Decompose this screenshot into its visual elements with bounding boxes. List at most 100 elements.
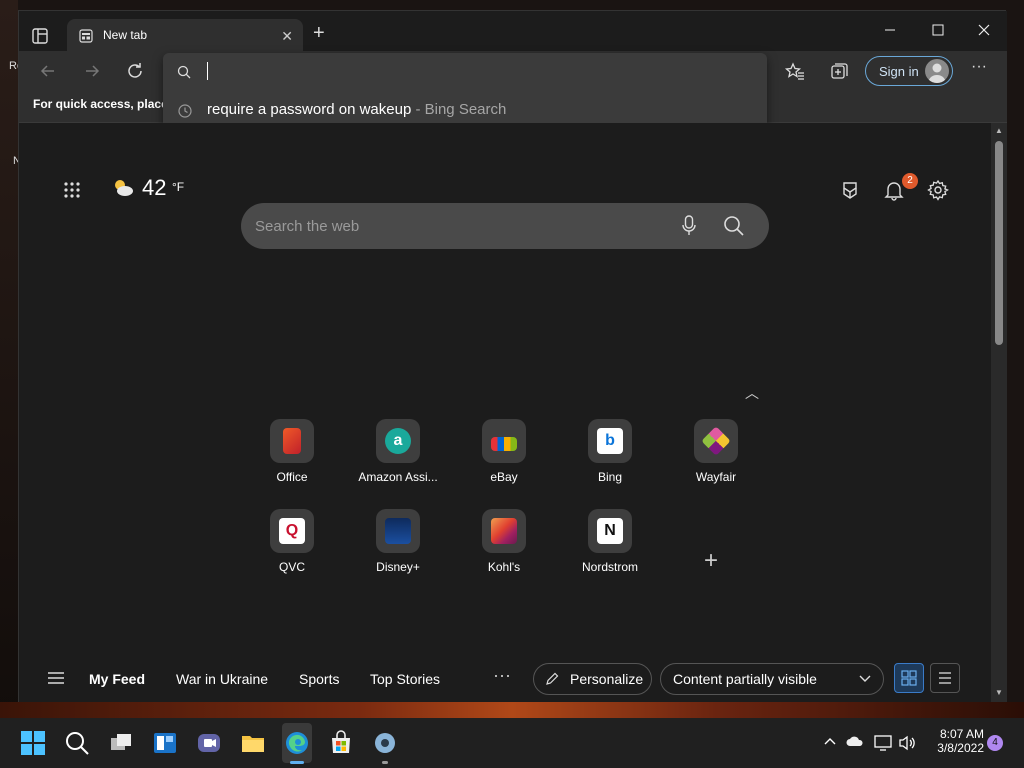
clock-date: 3/8/2022 <box>937 741 984 755</box>
quick-link-nordstrom[interactable]: N Nordstrom <box>565 509 655 589</box>
pencil-icon <box>546 672 559 685</box>
feed-tab-my-feed[interactable]: My Feed <box>89 671 145 687</box>
favorites-star-icon[interactable] <box>784 60 806 82</box>
close-tab-icon[interactable]: ✕ <box>281 28 293 45</box>
ebay-icon <box>482 419 526 463</box>
feed-navigation-bar: My Feed War in Ukraine Sports Top Storie… <box>19 657 991 701</box>
search-icon[interactable] <box>64 730 90 756</box>
system-clock[interactable]: 8:07 AM 3/8/2022 <box>928 727 984 755</box>
qvc-icon: Q <box>270 509 314 553</box>
list-view-button[interactable] <box>930 663 960 693</box>
weather-temperature[interactable]: 42 <box>142 175 166 201</box>
address-input-caret[interactable] <box>207 62 208 80</box>
quick-link-disney-plus[interactable]: Disney+ <box>353 509 443 589</box>
settings-gear-icon[interactable] <box>372 730 398 756</box>
close-window-button[interactable] <box>961 15 1007 45</box>
show-hidden-icons-chevron-icon[interactable] <box>823 735 837 747</box>
kohls-icon <box>482 509 526 553</box>
maximize-button[interactable] <box>915 15 961 45</box>
web-search-input[interactable] <box>255 214 655 238</box>
widgets-icon[interactable] <box>152 730 178 756</box>
suggestion-item[interactable]: require a password on wakeup - Bing Sear… <box>163 93 767 127</box>
address-bar-dropdown[interactable]: require a password on wakeup - Bing Sear… <box>163 53 767 133</box>
bing-icon: b <box>588 419 632 463</box>
settings-running-indicator <box>382 761 388 764</box>
page-scrollbar[interactable]: ▲ ▼ <box>991 123 1007 702</box>
suggestion-source: - Bing Search <box>415 101 507 118</box>
desktop-background-right <box>1006 0 1024 718</box>
tab-new-tab[interactable]: New tab ✕ <box>67 19 303 53</box>
menu-hamburger-icon[interactable] <box>47 671 65 685</box>
onedrive-cloud-icon[interactable] <box>846 735 864 747</box>
grid-view-icon <box>901 670 917 686</box>
task-view-icon[interactable] <box>108 730 134 756</box>
quick-link-label: QVC <box>278 560 305 574</box>
file-explorer-icon[interactable] <box>240 730 266 756</box>
quick-link-label: Nordstrom <box>581 560 638 574</box>
windows-start-icon[interactable] <box>20 730 46 756</box>
search-icon <box>177 65 191 79</box>
feed-tab-war-in-ukraine[interactable]: War in Ukraine <box>176 671 268 687</box>
quick-link-wayfair[interactable]: Wayfair <box>671 419 761 499</box>
network-icon[interactable] <box>874 735 892 751</box>
quick-link-label: Wayfair <box>695 470 737 484</box>
quick-link-label: Bing <box>597 470 623 484</box>
settings-more-icon[interactable]: ··· <box>971 58 993 80</box>
sign-in-button[interactable]: Sign in <box>865 56 953 86</box>
scroll-up-arrow-icon[interactable]: ▲ <box>995 126 1003 135</box>
quick-link-label: Kohl's <box>487 560 521 574</box>
nordstrom-icon: N <box>588 509 632 553</box>
microphone-icon[interactable] <box>681 215 697 237</box>
quick-link-label: Office <box>276 470 308 484</box>
quick-link-qvc[interactable]: Q QVC <box>247 509 337 589</box>
scroll-down-arrow-icon[interactable]: ▼ <box>995 688 1003 697</box>
new-tab-button[interactable]: + <box>313 23 325 43</box>
edge-browser-icon[interactable] <box>284 730 310 756</box>
favorites-bar-hint: For quick access, place y <box>33 97 178 111</box>
tab-title: New tab <box>103 28 148 42</box>
weather-partly-cloudy-icon[interactable] <box>111 177 135 199</box>
edge-running-indicator <box>290 761 304 764</box>
page-settings-gear-icon[interactable] <box>927 179 949 201</box>
feed-tab-sports[interactable]: Sports <box>299 671 339 687</box>
browser-window: New tab ✕ + Sign in ··· For quick access… <box>18 10 1007 702</box>
quick-link-office[interactable]: Office <box>247 419 337 499</box>
grid-view-button[interactable] <box>894 663 924 693</box>
disney-plus-icon <box>376 509 420 553</box>
quick-link-label: Disney+ <box>376 560 420 574</box>
desktop-background-left <box>0 0 18 718</box>
back-arrow-icon[interactable] <box>37 60 59 82</box>
app-launcher-icon[interactable] <box>63 181 81 199</box>
feed-more-button[interactable]: ··· <box>493 665 511 686</box>
wayfair-icon <box>694 419 738 463</box>
quick-link-bing[interactable]: b Bing <box>565 419 655 499</box>
clock-time: 8:07 AM <box>939 727 984 741</box>
notification-center-badge[interactable]: 4 <box>987 735 1003 751</box>
quick-link-amazon-assistant[interactable]: a Amazon Assi... <box>353 419 443 499</box>
chevron-down-icon <box>859 675 871 682</box>
forward-arrow-icon[interactable] <box>81 60 103 82</box>
quick-link-kohls[interactable]: Kohl's <box>459 509 549 589</box>
title-bar: New tab ✕ + <box>19 11 1007 53</box>
history-clock-icon <box>178 104 192 118</box>
collapse-quick-links-chevron-icon[interactable]: ︿ <box>745 383 759 403</box>
collections-icon[interactable] <box>828 60 850 82</box>
rewards-icon[interactable] <box>839 179 861 201</box>
suggestion-query: require a password on wakeup <box>207 101 412 118</box>
volume-speaker-icon[interactable] <box>898 735 916 751</box>
microsoft-store-icon[interactable] <box>328 730 354 756</box>
feed-tab-top-stories[interactable]: Top Stories <box>370 671 440 687</box>
refresh-icon[interactable] <box>124 60 146 82</box>
scrollbar-thumb[interactable] <box>995 141 1003 345</box>
teams-chat-icon[interactable] <box>196 730 222 756</box>
quick-link-ebay[interactable]: eBay <box>459 419 549 499</box>
tab-actions-icon[interactable] <box>31 27 49 45</box>
weather-unit: °F <box>172 180 185 194</box>
amazon-assistant-icon: a <box>376 419 420 463</box>
personalize-button[interactable]: Personalize <box>533 663 652 695</box>
content-visibility-select[interactable]: Content partially visible <box>660 663 884 695</box>
search-submit-icon[interactable] <box>723 215 745 237</box>
add-quick-link-plus-icon[interactable]: + <box>704 547 718 575</box>
minimize-button[interactable] <box>867 15 913 45</box>
windows-taskbar: 8:07 AM 3/8/2022 4 <box>0 718 1024 768</box>
